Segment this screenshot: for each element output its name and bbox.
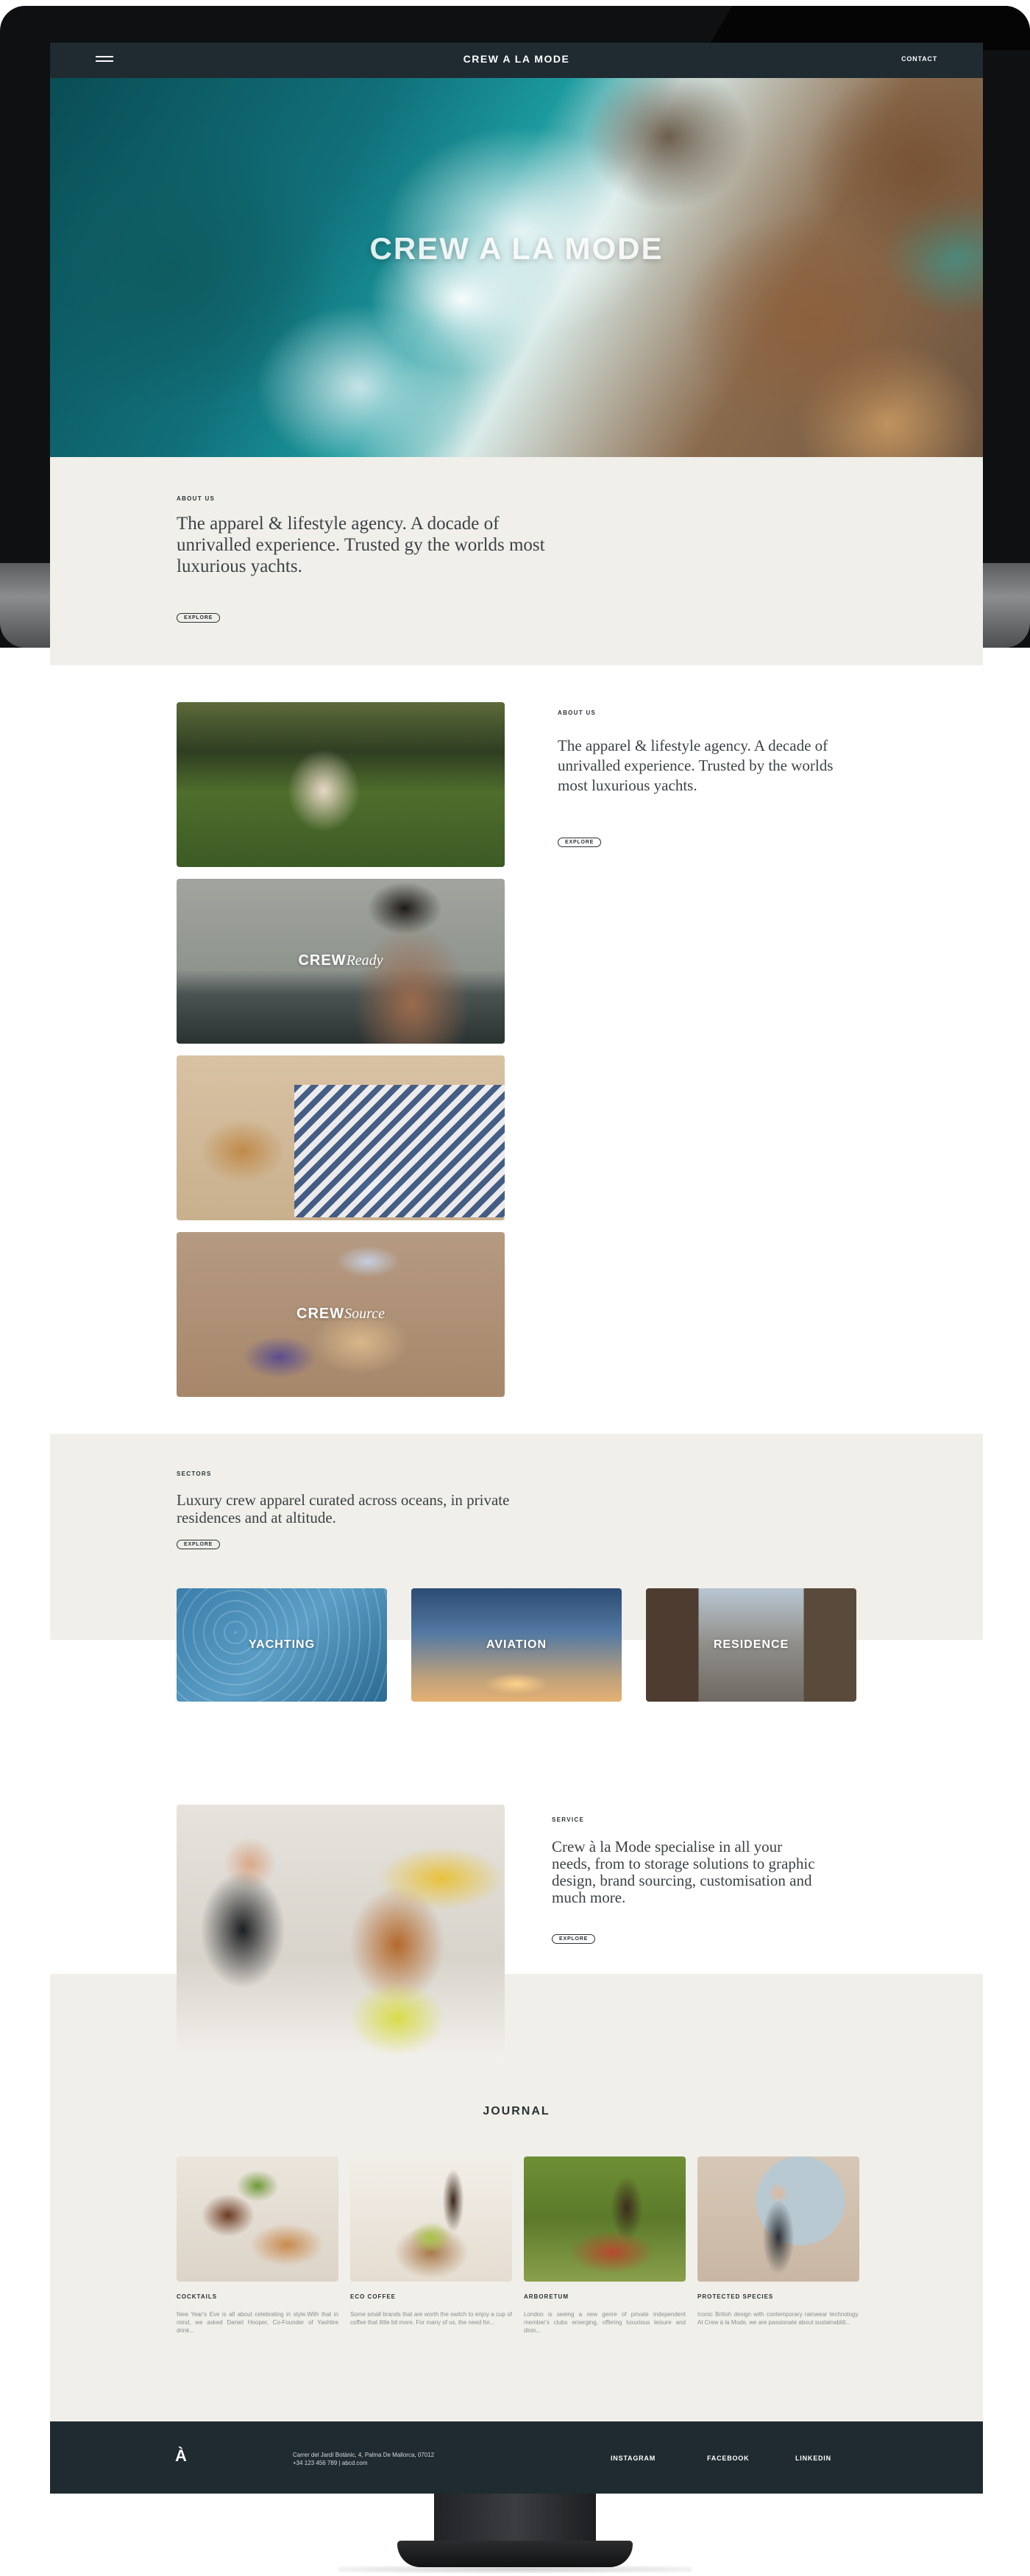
service-explore-button[interactable]: EXPLORE: [552, 1934, 596, 1944]
crew-source-title: CREWSource: [296, 1306, 385, 1322]
sector-card-aviation[interactable]: AVIATION: [411, 1588, 622, 1702]
footer-logo[interactable]: À: [175, 2446, 187, 2466]
monitor-stand-neck: [434, 2488, 596, 2547]
footer-contact-line: +34 123 456 789 | abcd.com: [293, 2460, 368, 2466]
sector-card-yachting[interactable]: YACHTING: [177, 1588, 387, 1702]
about-label: ABOUT US: [177, 495, 216, 502]
monitor-stand-base: [397, 2541, 633, 2567]
sector-label: YACHTING: [248, 1638, 316, 1651]
crew-ready-card[interactable]: CREWReady: [177, 879, 505, 1044]
footer-address-line: Carrer del Jardí Botànic, 4, Palma De Ma…: [293, 2452, 435, 2458]
website: CREW A LA MODE CONTACT CREW A LA MODE AB…: [50, 43, 983, 2494]
crew-source-card[interactable]: CREWSource: [177, 1232, 505, 1397]
journal-card[interactable]: ARBORETUM London is seeing a new genre o…: [524, 2156, 686, 2335]
journal-card[interactable]: PROTECTED SPECIES Iconic British design …: [697, 2156, 859, 2326]
monitor-stand-shadow: [338, 2566, 692, 2573]
journal-title: JOURNAL: [483, 2105, 550, 2117]
journal-card[interactable]: COCKTAILS New Year's Eve is all about ce…: [177, 2156, 338, 2335]
footer: À Carrer del Jardí Botànic, 4, Palma De …: [50, 2421, 983, 2494]
footer-link-facebook[interactable]: FACEBOOK: [707, 2455, 749, 2462]
features-explore-button[interactable]: EXPLORE: [558, 838, 602, 847]
contact-link[interactable]: CONTACT: [901, 55, 937, 63]
hero-title: CREW A LA MODE: [369, 231, 664, 266]
journal-card[interactable]: ECO COFFEE Some small brands that are wo…: [350, 2156, 512, 2326]
couple-photo[interactable]: [177, 702, 505, 867]
journal-image[interactable]: [697, 2156, 859, 2282]
sector-card-residence[interactable]: RESIDENCE: [646, 1588, 856, 1702]
about-section: ABOUT US The apparel & lifestyle agency.…: [50, 457, 983, 665]
service-text: Crew à la Mode specialise in all your ne…: [552, 1838, 815, 1906]
journal-image[interactable]: [350, 2156, 512, 2282]
hero-image: CREW A LA MODE: [50, 78, 983, 457]
about-explore-button[interactable]: EXPLORE: [177, 613, 221, 623]
footer-link-instagram[interactable]: INSTAGRAM: [611, 2455, 656, 2462]
sector-label: AVIATION: [486, 1638, 547, 1651]
top-nav: CREW A LA MODE CONTACT: [50, 43, 983, 78]
journal-card-title[interactable]: PROTECTED SPECIES: [697, 2293, 859, 2300]
journal-image[interactable]: [177, 2156, 338, 2282]
journal-card-title[interactable]: ECO COFFEE: [350, 2293, 512, 2300]
features-label: ABOUT US: [558, 710, 597, 716]
service-label: SERVICE: [552, 1816, 585, 1823]
journal-card-desc: Iconic British design with contemporary …: [697, 2311, 859, 2326]
nav-brand[interactable]: CREW A LA MODE: [50, 53, 983, 65]
beach-picnic-photo[interactable]: [177, 1055, 505, 1220]
sectors-explore-button[interactable]: EXPLORE: [177, 1540, 221, 1549]
journal-card-title[interactable]: ARBORETUM: [524, 2293, 686, 2300]
footer-link-linkedin[interactable]: LINKEDIN: [795, 2455, 831, 2462]
sectors-label: SECTORS: [177, 1471, 212, 1477]
journal-card-title[interactable]: COCKTAILS: [177, 2293, 338, 2300]
journal-card-desc: London is seeing a new genre of private …: [524, 2311, 686, 2334]
journal-image[interactable]: [524, 2156, 686, 2282]
crew-ready-title: CREWReady: [298, 952, 383, 969]
journal-card-desc: New Year's Eve is all about celebrating …: [177, 2311, 338, 2334]
features-text: The apparel & lifestyle agency. A decade…: [558, 737, 834, 794]
journal-card-desc: Some small brands that are worth the swi…: [350, 2311, 512, 2326]
service-photo: [177, 1805, 505, 2062]
about-text: The apparel & lifestyle agency. A docade…: [177, 514, 545, 576]
sectors-text: Luxury crew apparel curated across ocean…: [177, 1491, 510, 1526]
footer-address: Carrer del Jardí Botànic, 4, Palma De Ma…: [293, 2451, 434, 2467]
sector-label: RESIDENCE: [713, 1638, 789, 1651]
